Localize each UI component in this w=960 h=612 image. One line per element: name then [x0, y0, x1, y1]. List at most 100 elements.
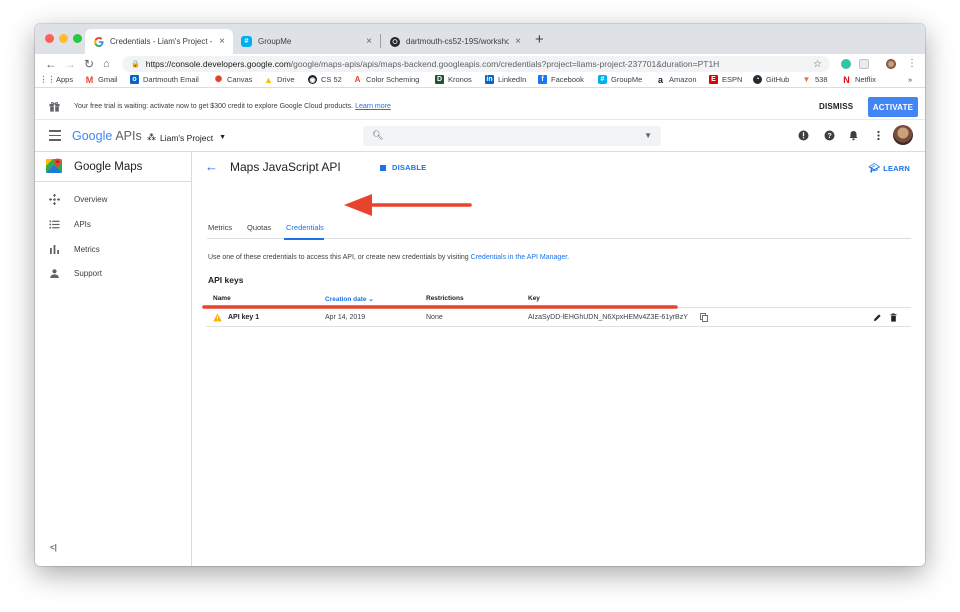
tab-quotas[interactable]: Quotas — [247, 223, 271, 232]
tab-groupme[interactable]: # GroupMe × — [233, 29, 380, 54]
bookmark-groupme[interactable]: # GroupMe — [598, 75, 642, 84]
extension-icon[interactable] — [859, 59, 869, 69]
caret-down-icon: ▼ — [219, 134, 227, 141]
notifications-bell-icon[interactable] — [848, 130, 859, 141]
bookmark-gmail[interactable]: M Gmail — [85, 75, 118, 85]
extension-icon[interactable] — [841, 59, 851, 69]
bookmark-drive[interactable]: ▲ Drive — [264, 75, 295, 85]
close-tab-icon[interactable]: × — [219, 36, 225, 47]
credentials-api-manager-link[interactable]: Credentials in the API Manager — [471, 254, 568, 261]
help-icon[interactable]: ? — [824, 130, 835, 141]
bookmark-dartmouth-email[interactable]: o Dartmouth Email — [130, 75, 199, 84]
maximize-window-button[interactable] — [73, 34, 82, 43]
column-header-restrictions[interactable]: Restrictions — [426, 295, 464, 302]
tab-title: Credentials - Liam's Project - G — [110, 37, 214, 46]
sidebar-item-label: Overview — [74, 195, 108, 204]
feedback-icon[interactable] — [798, 130, 809, 141]
bookmark-facebook[interactable]: f Facebook — [538, 75, 584, 84]
project-selector[interactable]: ⁂ Liam's Project ▼ — [147, 132, 226, 143]
back-arrow-icon[interactable]: ← — [205, 159, 218, 174]
close-window-button[interactable] — [45, 34, 54, 43]
tab-credentials[interactable]: Credentials - Liam's Project - G × — [85, 29, 233, 54]
tab-title: GroupMe — [258, 37, 292, 46]
table-row[interactable]: API key 1 Apr 14, 2019 None AIzaSyDD-lEH… — [206, 307, 911, 327]
back-arrow-icon[interactable]: ← — [45, 57, 57, 71]
chrome-menu-icon[interactable]: ⋮ — [907, 57, 917, 71]
tab-credentials[interactable]: Credentials — [286, 223, 324, 232]
column-header-creation-date[interactable]: Creation date ⌄ — [325, 295, 374, 303]
url-host: https://console.developers.google.com — [145, 59, 291, 69]
sidebar-header: Google Maps — [35, 152, 192, 182]
svg-text:?: ? — [827, 131, 832, 140]
bookmark-label: Dartmouth Email — [143, 75, 199, 84]
tab-title: dartmouth-cs52-19S/workshop — [406, 37, 510, 46]
forward-arrow-icon[interactable]: → — [64, 57, 76, 71]
bookmark-label: CS 52 — [321, 75, 342, 84]
bookmark-github[interactable]: ◔ GitHub — [753, 75, 789, 84]
linkedin-icon: in — [485, 75, 494, 84]
bookmark-label: Canvas — [227, 75, 253, 84]
tab-github[interactable]: dartmouth-cs52-19S/workshop × — [381, 29, 529, 54]
close-tab-icon[interactable]: × — [366, 36, 372, 47]
bookmark-amazon[interactable]: a Amazon — [656, 75, 697, 85]
google-apis-logo[interactable]: Google APIs — [72, 129, 142, 143]
hamburger-menu-icon[interactable] — [49, 130, 61, 141]
bookmark-label: Kronos — [448, 75, 472, 84]
home-icon[interactable]: ⌂ — [103, 57, 110, 71]
search-icon: 🔍︎ — [372, 130, 384, 140]
tab-strip: Credentials - Liam's Project - G × # Gro… — [35, 24, 925, 54]
facebook-icon: f — [538, 75, 547, 84]
bookmark-netflix[interactable]: N Netflix — [842, 74, 876, 85]
bookmarks-overflow[interactable]: » — [908, 75, 912, 84]
bookmark-kronos[interactable]: D Kronos — [435, 75, 472, 84]
bookmark-apps[interactable]: ⋮⋮ Apps — [40, 75, 74, 84]
learn-button[interactable]: 🎓︎ LEARN — [869, 163, 910, 174]
minimize-window-button[interactable] — [59, 34, 68, 43]
console-header: Google APIs ⁂ Liam's Project ▼ 🔍︎ ▼ ? — [35, 120, 925, 152]
copy-icon[interactable] — [700, 313, 708, 322]
bookmark-star-icon[interactable]: ☆ — [813, 59, 822, 70]
kronos-icon: D — [435, 75, 444, 84]
learn-more-link[interactable]: Learn more — [355, 103, 391, 110]
collapse-sidebar-icon[interactable]: <| — [50, 543, 57, 552]
column-header-key[interactable]: Key — [528, 295, 540, 302]
url-path: /google/maps-apis/apis/maps-backend.goog… — [290, 59, 720, 69]
sidebar-item-metrics[interactable]: Metrics — [35, 238, 192, 262]
api-key-creation-date: Apr 14, 2019 — [325, 314, 366, 321]
sidebar-item-support[interactable]: Support — [35, 262, 192, 286]
bookmark-label: ESPN — [722, 75, 743, 84]
bookmark-538[interactable]: ▼ 538 — [802, 75, 828, 84]
search-input[interactable]: 🔍︎ ▼ — [363, 126, 661, 146]
edit-pencil-icon[interactable] — [873, 313, 882, 322]
reload-icon[interactable]: ↻ — [84, 57, 94, 71]
bookmark-canvas[interactable]: ✺ Canvas — [214, 74, 253, 84]
profile-avatar[interactable] — [886, 59, 896, 69]
tab-metrics[interactable]: Metrics — [208, 223, 232, 232]
bookmark-cs52[interactable]: ◉ CS 52 — [308, 75, 342, 84]
disable-button[interactable]: DISABLE — [380, 163, 426, 172]
bookmark-espn[interactable]: E ESPN — [709, 75, 742, 84]
more-vert-icon[interactable] — [873, 130, 884, 141]
api-key-restrictions: None — [426, 314, 443, 321]
close-tab-icon[interactable]: × — [515, 36, 521, 47]
delete-trash-icon[interactable] — [889, 313, 898, 322]
bookmark-label: Drive — [277, 75, 295, 84]
sidebar-item-apis[interactable]: APIs — [35, 213, 192, 237]
github-icon: ◔ — [753, 75, 762, 84]
sidebar-item-overview[interactable]: Overview — [35, 188, 192, 212]
address-bar[interactable]: 🔒 https://console.developers.google.com /… — [122, 56, 830, 72]
bookmark-label: Netflix — [855, 75, 876, 84]
account-avatar[interactable] — [893, 125, 913, 145]
caret-down-icon[interactable]: ▼ — [644, 131, 652, 140]
banner-message: Your free trial is waiting: activate now… — [74, 103, 391, 110]
activate-button[interactable]: ACTIVATE — [868, 97, 918, 117]
netflix-icon: N — [843, 74, 850, 85]
new-tab-icon[interactable]: + — [535, 31, 544, 48]
column-header-name[interactable]: Name — [213, 295, 231, 302]
dismiss-button[interactable]: DISMISS — [819, 102, 853, 111]
bookmark-linkedin[interactable]: in LinkedIn — [485, 75, 526, 84]
gift-icon — [49, 101, 60, 112]
sidebar-item-label: APIs — [74, 220, 91, 229]
api-key-name[interactable]: API key 1 — [228, 314, 259, 321]
bookmark-color-scheming[interactable]: A Color Scheming — [353, 75, 420, 84]
